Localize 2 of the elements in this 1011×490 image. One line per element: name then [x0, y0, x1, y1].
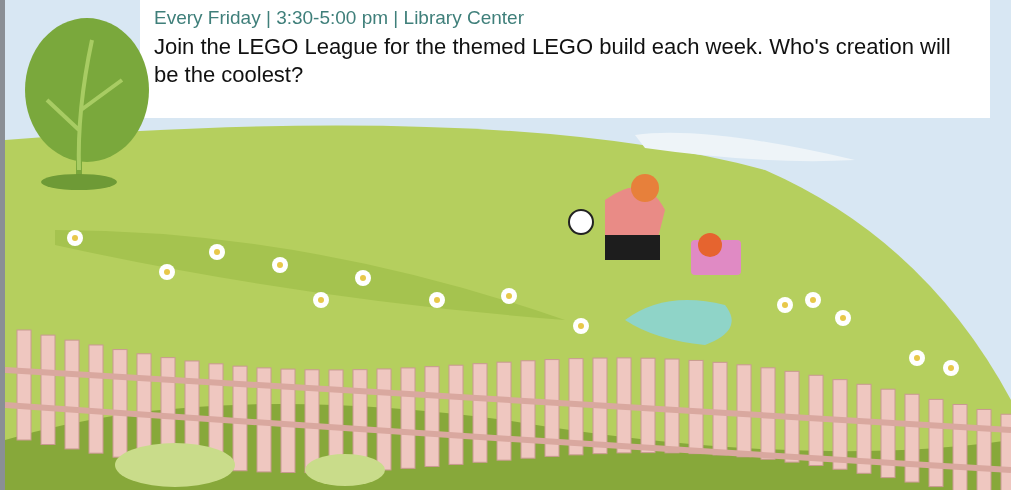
event-description: Join the LEGO League for the themed LEGO build each week. Who's creation will be the coolest? — [154, 32, 952, 90]
event-schedule: Every Friday | 3:30-5:00 pm | Library Center — [154, 7, 525, 29]
